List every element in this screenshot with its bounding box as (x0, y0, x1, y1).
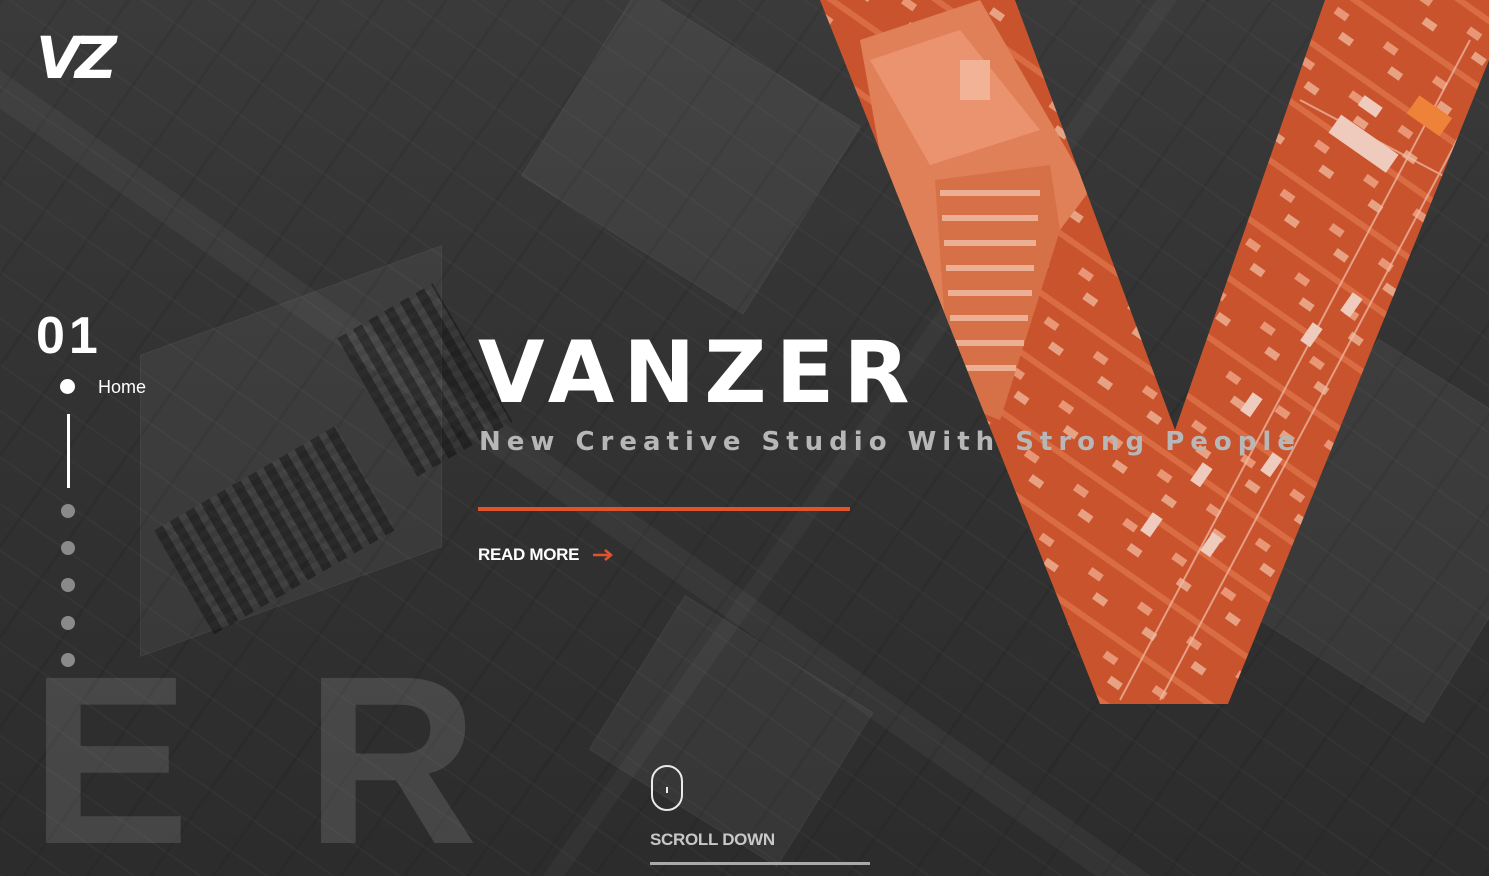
ghost-letter: E (30, 626, 191, 876)
nav-label-home[interactable]: Home (98, 377, 146, 398)
read-more-label: READ MORE (478, 545, 580, 564)
nav-progress-line (67, 414, 70, 488)
arrow-right-icon (593, 549, 614, 561)
nav-dot[interactable] (61, 578, 75, 592)
read-more-link[interactable]: READ MORE (478, 545, 614, 565)
nav-dot[interactable] (61, 541, 75, 555)
hero-divider (478, 507, 850, 511)
nav-dot[interactable] (61, 653, 75, 667)
scroll-down-label[interactable]: SCROLL DOWN (650, 830, 775, 850)
scroll-down-underline (650, 862, 870, 865)
hero-subtitle: New Creative Studio With Strong People (479, 427, 1301, 457)
nav-dot-home[interactable] (60, 379, 75, 394)
nav-dot[interactable] (61, 616, 75, 630)
hero-section: E R VZ 01 Home VANZER New Creative Studi… (0, 0, 1489, 876)
mouse-icon[interactable] (651, 765, 683, 811)
brand-logo[interactable]: VZ (36, 29, 117, 87)
slide-number: 01 (36, 307, 102, 365)
ghost-letter: R (305, 626, 479, 876)
hero-title: VANZER (478, 323, 919, 423)
nav-dot[interactable] (61, 504, 75, 518)
